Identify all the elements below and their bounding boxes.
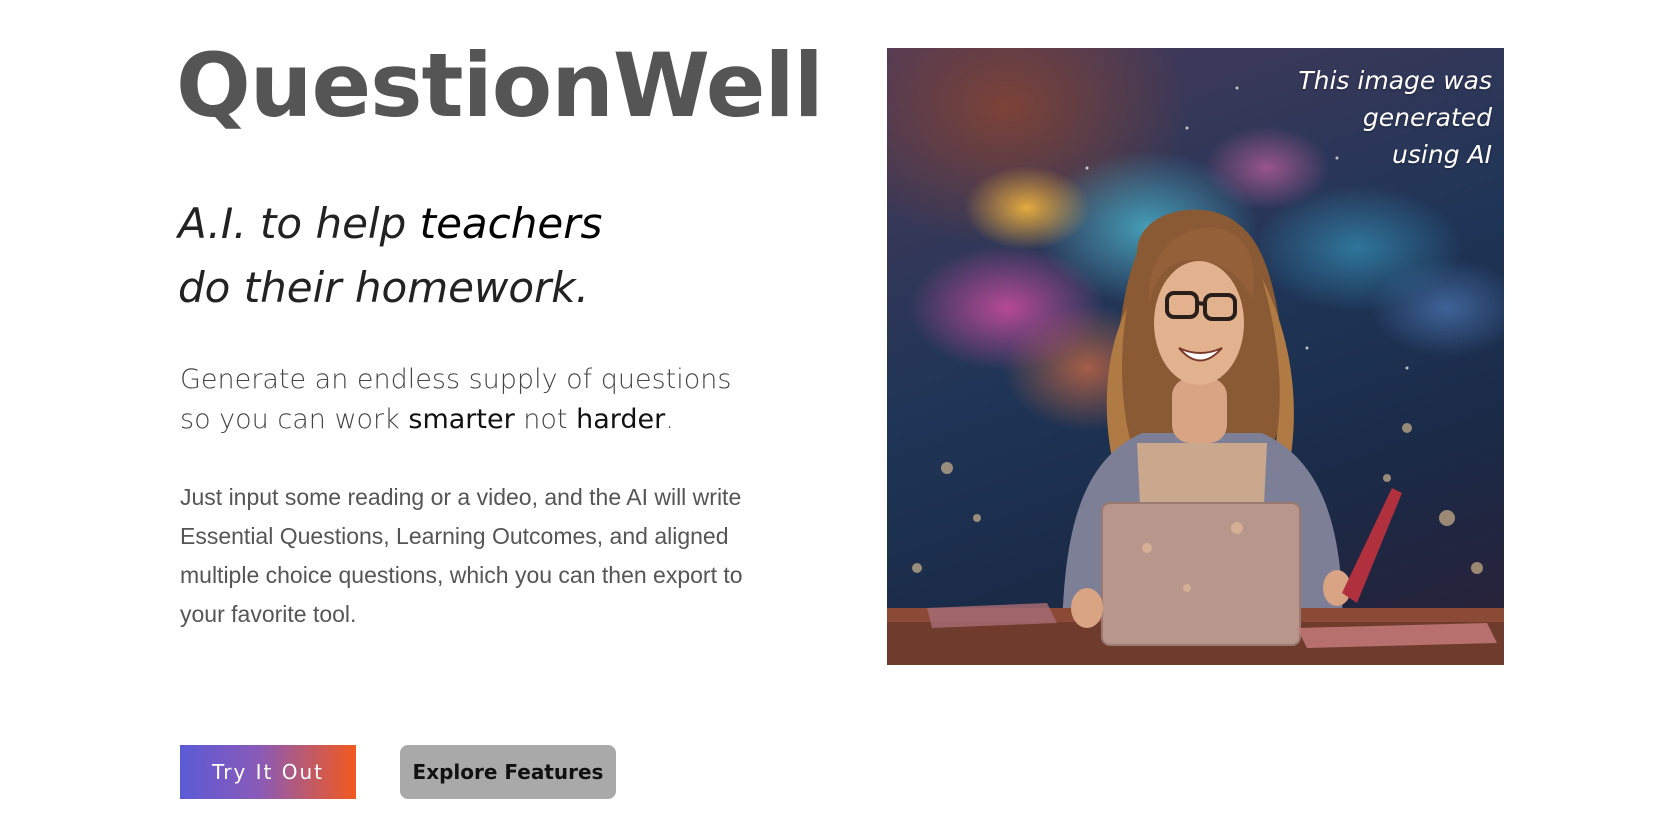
subhead-line1: Generate an endless supply of questions bbox=[180, 364, 732, 395]
subhead-emphasis-smarter: smarter bbox=[408, 404, 515, 435]
tagline: A.I. to help teachers do their homework. bbox=[178, 192, 602, 320]
ai-generated-note: This image was generated using AI bbox=[1298, 62, 1492, 173]
try-it-out-button[interactable]: Try It Out bbox=[180, 745, 356, 799]
hero-image: This image was generated using AI bbox=[887, 48, 1504, 665]
ai-note-line1: This image was bbox=[1298, 66, 1492, 95]
subheadline: Generate an endless supply of questions … bbox=[180, 360, 780, 440]
subhead-line2-prefix: so you can work bbox=[180, 404, 409, 435]
description-paragraph: Just input some reading or a video, and … bbox=[180, 484, 743, 627]
tagline-prefix: A.I. to help bbox=[178, 199, 420, 248]
subhead-emphasis-harder: harder bbox=[576, 404, 666, 435]
ai-note-line3: using AI bbox=[1392, 140, 1492, 169]
brand-title: QuestionWell bbox=[176, 34, 824, 137]
tagline-emphasis: teachers bbox=[419, 199, 603, 248]
tagline-line2: do their homework. bbox=[178, 263, 589, 312]
subhead-middle: not bbox=[514, 404, 577, 435]
landing-page: QuestionWell A.I. to help teachers do th… bbox=[0, 0, 1674, 828]
ai-note-line2: generated bbox=[1362, 103, 1492, 132]
explore-features-button[interactable]: Explore Features bbox=[400, 745, 616, 799]
subhead-end: . bbox=[665, 404, 674, 435]
